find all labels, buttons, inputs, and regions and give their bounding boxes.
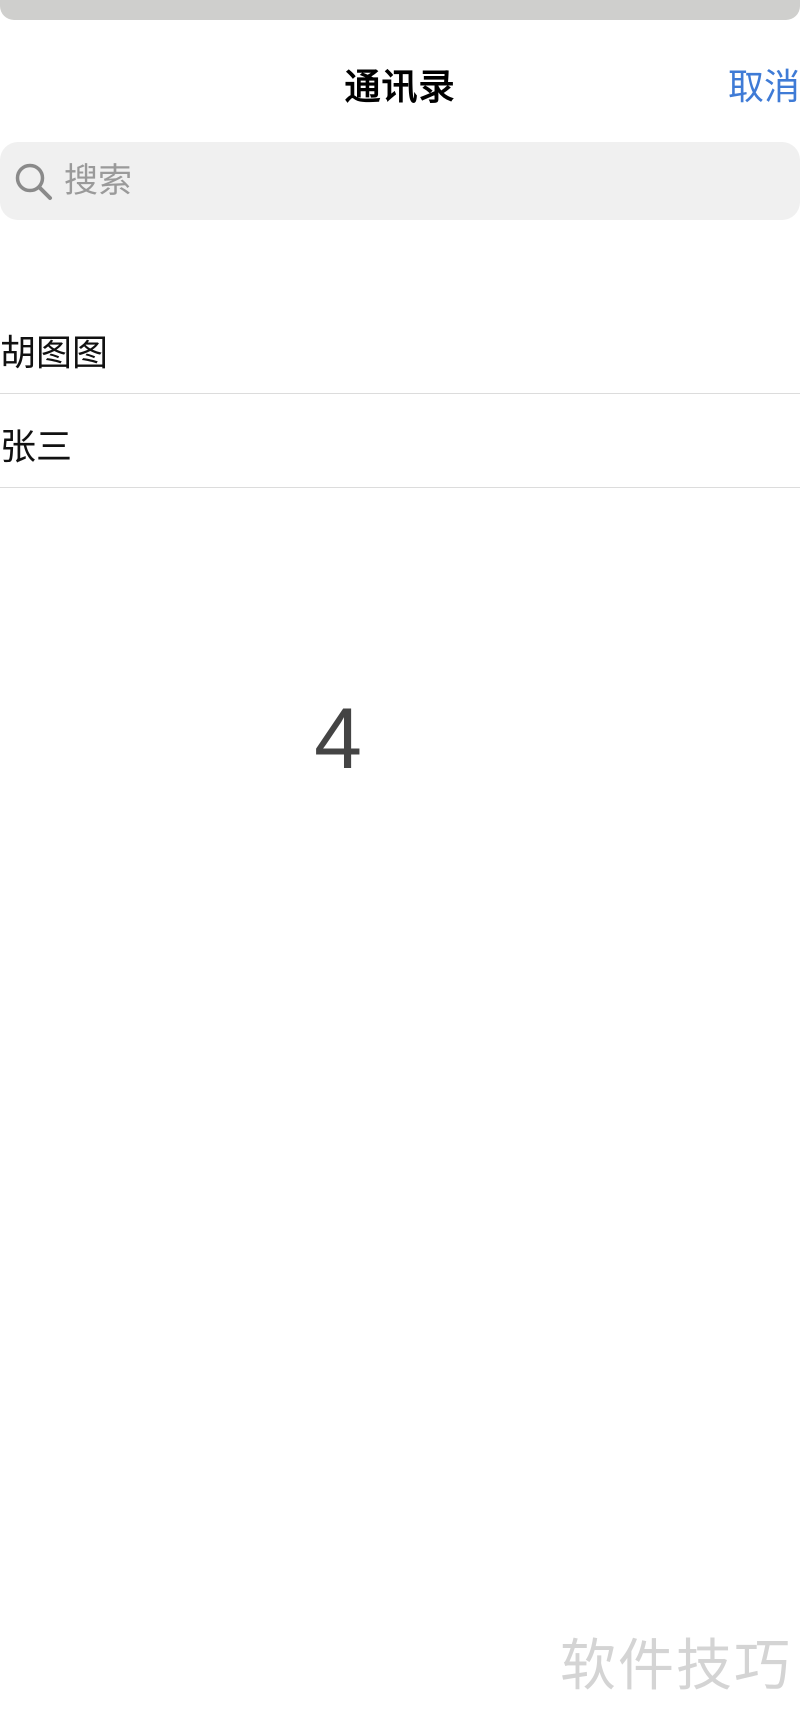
contact-list: 胡图图 张三: [0, 300, 800, 488]
search-icon: [15, 163, 52, 200]
search-input[interactable]: [64, 142, 764, 220]
cancel-button[interactable]: 取消: [728, 58, 800, 110]
list-item[interactable]: 张三: [0, 394, 800, 488]
navigation-bar: 通讯录 取消: [0, 20, 800, 142]
step-number: 4: [314, 691, 362, 787]
list-item[interactable]: 胡图图: [0, 300, 800, 394]
search-bar[interactable]: [0, 142, 800, 220]
contact-name: 胡图图: [0, 333, 109, 374]
page-title: 通讯录: [344, 67, 456, 108]
contact-name: 张三: [0, 427, 73, 468]
contacts-screen: 通讯录 取消 胡图图 张三 4 软件技巧: [0, 0, 800, 1732]
sheet-top-edge: [0, 0, 800, 20]
watermark: 软件技巧: [560, 1634, 792, 1699]
